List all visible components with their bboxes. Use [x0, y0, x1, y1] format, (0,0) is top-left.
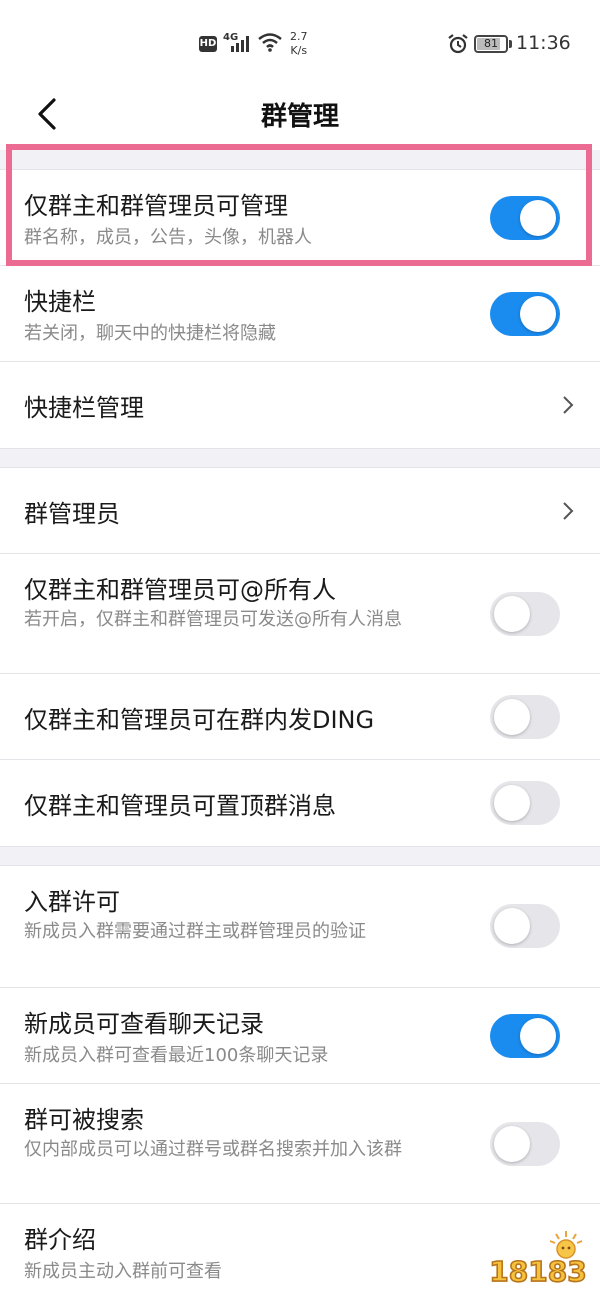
chat-history-toggle[interactable]: [490, 1014, 560, 1058]
setting-subtitle: 若开启，仅群主和群管理员可发送@所有人消息: [24, 609, 402, 630]
setting-row-ding[interactable]: 仅群主和管理员可在群内发DING: [0, 674, 600, 760]
setting-title: 仅群主和管理员可置顶群消息: [24, 792, 336, 820]
setting-subtitle: 新成员入群可查看最近100条聊天记录: [24, 1045, 329, 1066]
setting-row-searchable[interactable]: 群可被搜索 仅内部成员可以通过群号或群名搜索并加入该群: [0, 1084, 600, 1204]
setting-title: 仅群主和管理员可在群内发DING: [24, 706, 375, 734]
setting-title: 仅群主和群管理员可@所有人: [24, 576, 336, 604]
section-gap: [0, 846, 600, 866]
settings-list: 仅群主和群管理员可管理 群名称，成员，公告，头像，机器人 快捷栏 若关闭，聊天中…: [0, 150, 600, 1296]
join-approval-toggle[interactable]: [490, 904, 560, 948]
setting-title: 快捷栏: [24, 288, 96, 316]
shortcut-bar-toggle[interactable]: [490, 292, 560, 336]
watermark-text: 18183: [489, 1255, 586, 1287]
battery-tip: [509, 40, 512, 48]
network-speed: 2.7 K/s: [290, 30, 308, 58]
nav-header: 群管理: [0, 88, 600, 140]
setting-title: 新成员可查看聊天记录: [24, 1010, 264, 1038]
admin-manage-toggle[interactable]: [490, 196, 560, 240]
toggle-knob: [520, 296, 556, 332]
toggle-knob: [494, 785, 530, 821]
toggle-knob: [494, 908, 530, 944]
watermark-logo: 18183: [488, 1231, 588, 1287]
section-gap: [0, 448, 600, 468]
setting-title: 入群许可: [24, 888, 120, 916]
setting-row-shortcut-manage[interactable]: 快捷栏管理: [0, 362, 600, 448]
setting-row-group-admins[interactable]: 群管理员: [0, 468, 600, 554]
speed-unit: K/s: [290, 44, 308, 57]
setting-title: 仅群主和群管理员可管理: [24, 192, 288, 220]
chevron-right-icon: [563, 396, 574, 414]
setting-row-join-approval[interactable]: 入群许可 新成员入群需要通过群主或群管理员的验证: [0, 866, 600, 988]
section-gap: [0, 150, 600, 170]
signal-icon: [231, 36, 249, 52]
pin-message-toggle[interactable]: [490, 781, 560, 825]
page-title: 群管理: [260, 102, 339, 132]
setting-subtitle: 群名称，成员，公告，头像，机器人: [24, 227, 312, 248]
battery-icon: 81: [474, 35, 508, 53]
at-all-toggle[interactable]: [490, 592, 560, 636]
searchable-toggle[interactable]: [490, 1122, 560, 1166]
toggle-knob: [494, 596, 530, 632]
setting-title: 群管理员: [24, 500, 120, 528]
speed-value: 2.7: [290, 30, 308, 43]
toggle-knob: [494, 699, 530, 735]
hd-badge: HD: [199, 36, 217, 52]
setting-row-admin-manage[interactable]: 仅群主和群管理员可管理 群名称，成员，公告，头像，机器人: [0, 170, 600, 266]
battery-level: 81: [484, 37, 498, 50]
wifi-icon: [258, 33, 282, 52]
toggle-knob: [520, 200, 556, 236]
chevron-right-icon: [563, 502, 574, 520]
setting-title: 群可被搜索: [24, 1106, 144, 1134]
ding-toggle[interactable]: [490, 695, 560, 739]
toggle-knob: [520, 1018, 556, 1054]
clock: 11:36: [516, 32, 571, 54]
setting-row-chat-history[interactable]: 新成员可查看聊天记录 新成员入群可查看最近100条聊天记录: [0, 988, 600, 1084]
alarm-icon: [448, 34, 468, 54]
setting-row-at-all[interactable]: 仅群主和群管理员可@所有人 若开启，仅群主和群管理员可发送@所有人消息: [0, 554, 600, 674]
status-bar: HD 4G 2.7 K/s 81 11:36: [0, 0, 600, 88]
setting-subtitle: 新成员入群需要通过群主或群管理员的验证: [24, 921, 366, 942]
toggle-knob: [494, 1126, 530, 1162]
setting-row-shortcut-bar[interactable]: 快捷栏 若关闭，聊天中的快捷栏将隐藏: [0, 266, 600, 362]
setting-subtitle: 仅内部成员可以通过群号或群名搜索并加入该群: [24, 1139, 402, 1160]
setting-subtitle: 若关闭，聊天中的快捷栏将隐藏: [24, 323, 276, 344]
setting-row-pin-message[interactable]: 仅群主和管理员可置顶群消息: [0, 760, 600, 846]
setting-title: 群介绍: [24, 1226, 96, 1254]
setting-subtitle: 新成员主动入群前可查看: [24, 1261, 222, 1282]
setting-title: 快捷栏管理: [24, 394, 144, 422]
